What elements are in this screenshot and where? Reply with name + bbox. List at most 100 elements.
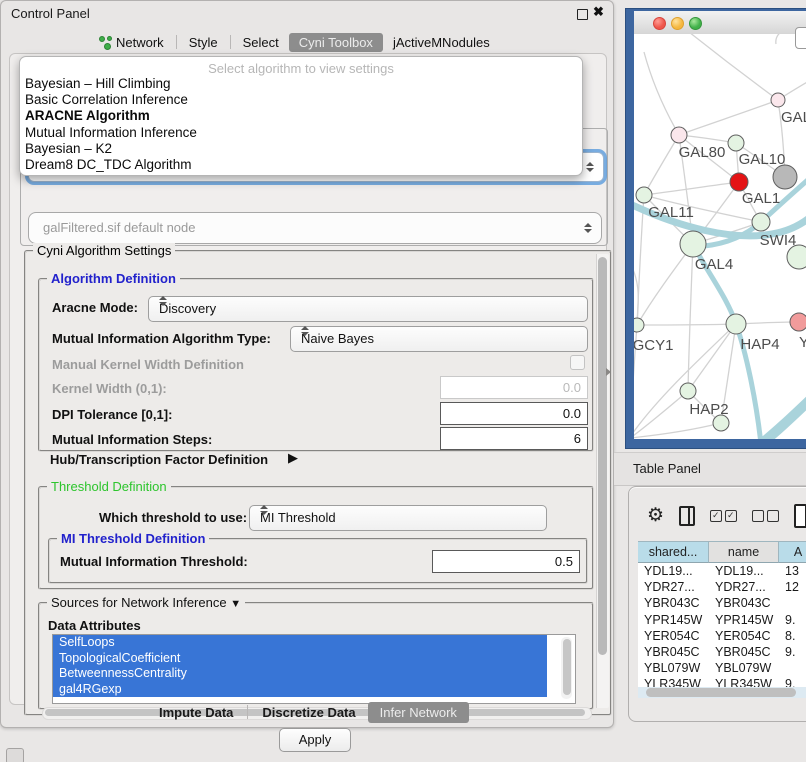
close-traffic-light-icon[interactable] [653, 17, 666, 30]
network-node[interactable] [773, 165, 797, 189]
table-cell[interactable]: YDL19... [709, 563, 779, 579]
attribute-list-item[interactable]: SelfLoops [53, 635, 547, 651]
network-edge[interactable] [637, 324, 736, 325]
aracne-mode-combo[interactable]: Discovery [148, 296, 588, 322]
dropdown-item[interactable]: Basic Correlation Inference [20, 92, 582, 108]
network-edge[interactable] [634, 260, 638, 325]
table-cell[interactable]: YBR045C [709, 644, 779, 660]
data-attributes-list[interactable]: SelfLoopsTopologicalCoefficientBetweenne… [52, 634, 576, 704]
network-node[interactable] [680, 383, 696, 399]
table-cell[interactable]: YLR345W [638, 676, 709, 687]
network-node[interactable] [752, 213, 770, 231]
network-overlay-toolbox[interactable] [795, 27, 806, 49]
table-cell[interactable]: YPR145W [638, 612, 709, 628]
tab-select[interactable]: Select [233, 33, 289, 52]
table-cell[interactable]: YBR043C [638, 595, 709, 611]
hub-definition-toggle[interactable]: Hub/Transcription Factor Definition [50, 452, 268, 467]
mi-type-combo[interactable]: Naive Bayes [290, 326, 588, 352]
table-cell[interactable]: YDR27... [638, 579, 709, 595]
attribute-list-item[interactable]: gal4RGexp [53, 682, 547, 698]
table-cell[interactable]: 8. [779, 628, 806, 644]
manual-kernel-checkbox[interactable] [570, 355, 585, 370]
tab-cyni-toolbox[interactable]: Cyni Toolbox [289, 33, 383, 52]
table-cell[interactable] [779, 660, 806, 676]
dropdown-item[interactable]: Mutual Information Inference [20, 125, 582, 141]
column-header-partial[interactable]: A [779, 541, 806, 563]
dropdown-item[interactable]: Dream8 DC_TDC Algorithm [20, 157, 582, 173]
network-node[interactable] [730, 173, 748, 191]
tab-impute-data[interactable]: Impute Data [147, 702, 245, 723]
network-node[interactable] [636, 187, 652, 203]
table-cell[interactable]: 9. [779, 612, 806, 628]
close-icon[interactable]: ✖ [593, 4, 604, 20]
table-cell[interactable]: YBL079W [709, 660, 779, 676]
document-icon[interactable] [794, 504, 806, 528]
network-edge[interactable] [684, 34, 778, 100]
table-horizontal-scrollbar[interactable] [638, 687, 806, 698]
table-cell[interactable]: 12 [779, 579, 806, 595]
dropdown-item[interactable]: ARACNE Algorithm [20, 108, 582, 124]
settings-vertical-scrollbar[interactable] [596, 254, 609, 708]
apply-button[interactable]: Apply [279, 728, 351, 752]
tab-jactivemnodules[interactable]: jActiveMNodules [383, 33, 500, 52]
table-cell[interactable]: 9. [779, 676, 806, 687]
table-row[interactable]: YBR045CYBR045C9. [638, 644, 806, 660]
column-header-shared-name[interactable]: shared... [638, 541, 709, 563]
attr-scrollbar-thumb[interactable] [563, 639, 571, 695]
network-edge-highlighted[interactable] [756, 396, 806, 439]
kernel-width-field[interactable]: 0.0 [440, 376, 588, 399]
chevron-down-icon[interactable]: ▼ [230, 598, 241, 610]
dropdown-item[interactable]: Bayesian – Hill Climbing [20, 76, 582, 92]
table-cell[interactable]: YPR145W [709, 612, 779, 628]
table-cell[interactable]: YER054C [638, 628, 709, 644]
select-all-icon[interactable]: ✓✓ [710, 510, 737, 522]
network-node[interactable] [728, 135, 744, 151]
minimized-panel-icon[interactable] [6, 748, 24, 762]
table-cell[interactable]: YBR045C [638, 644, 709, 660]
attribute-list-item[interactable]: TopologicalCoefficient [53, 651, 547, 667]
table-cell[interactable]: YLR345W [709, 676, 779, 687]
table-cell[interactable]: 13 [779, 563, 806, 579]
table-row[interactable]: YLR345WYLR345W9. [638, 676, 806, 687]
network-edge[interactable] [679, 100, 778, 135]
zoom-traffic-light-icon[interactable] [689, 17, 702, 30]
network-node[interactable] [680, 231, 706, 257]
table-row[interactable]: YBL079WYBL079W [638, 660, 806, 676]
mi-threshold-field[interactable]: 0.5 [432, 550, 580, 573]
table-row[interactable]: YDL19...YDL19...13 [638, 563, 806, 579]
table-cell[interactable] [779, 595, 806, 611]
table-cell[interactable]: YDL19... [638, 563, 709, 579]
dropdown-item[interactable]: Bayesian – K2 [20, 141, 582, 157]
table-cell[interactable]: 9. [779, 644, 806, 660]
network-select-combo[interactable]: galFiltered.sif default node [28, 212, 602, 244]
mi-steps-field[interactable]: 6 [440, 427, 588, 450]
network-node[interactable] [634, 318, 644, 332]
settings-vscroll-thumb[interactable] [598, 257, 607, 655]
attribute-list-item[interactable]: BetweennessCentrality [53, 666, 547, 682]
network-canvas[interactable]: GALGAL80GAL10GAL1GAL11SWI4GAL4GCY1HAP4YH… [634, 34, 806, 439]
minimize-traffic-light-icon[interactable] [671, 17, 684, 30]
network-edge[interactable] [644, 182, 739, 195]
float-icon[interactable] [577, 9, 588, 20]
table-cell[interactable]: YBL079W [638, 660, 709, 676]
table-row[interactable]: YPR145WYPR145W9. [638, 612, 806, 628]
table-cell[interactable]: YER054C [709, 628, 779, 644]
table-row[interactable]: YBR043CYBR043C [638, 595, 806, 611]
gear-icon[interactable]: ⚙ [647, 506, 664, 526]
table-hscroll-thumb[interactable] [646, 688, 796, 697]
network-window-titlebar[interactable] [634, 11, 806, 35]
node-table[interactable]: shared... name A YDL19...YDL19...13YDR27… [638, 541, 806, 687]
tab-style[interactable]: Style [179, 33, 228, 52]
network-edge[interactable] [644, 52, 679, 135]
network-edge[interactable] [644, 135, 679, 195]
splitter-arrow-icon[interactable] [606, 368, 611, 376]
network-edge[interactable] [637, 244, 693, 325]
table-cell[interactable]: YDR27... [709, 579, 779, 595]
network-node[interactable] [726, 314, 746, 334]
deselect-all-icon[interactable] [752, 510, 779, 522]
which-threshold-combo[interactable]: MI Threshold [249, 505, 547, 531]
network-edge[interactable] [688, 324, 736, 391]
attr-list-scrollbar[interactable] [561, 637, 572, 699]
column-view-icon[interactable] [679, 506, 695, 526]
network-node[interactable] [790, 313, 806, 331]
